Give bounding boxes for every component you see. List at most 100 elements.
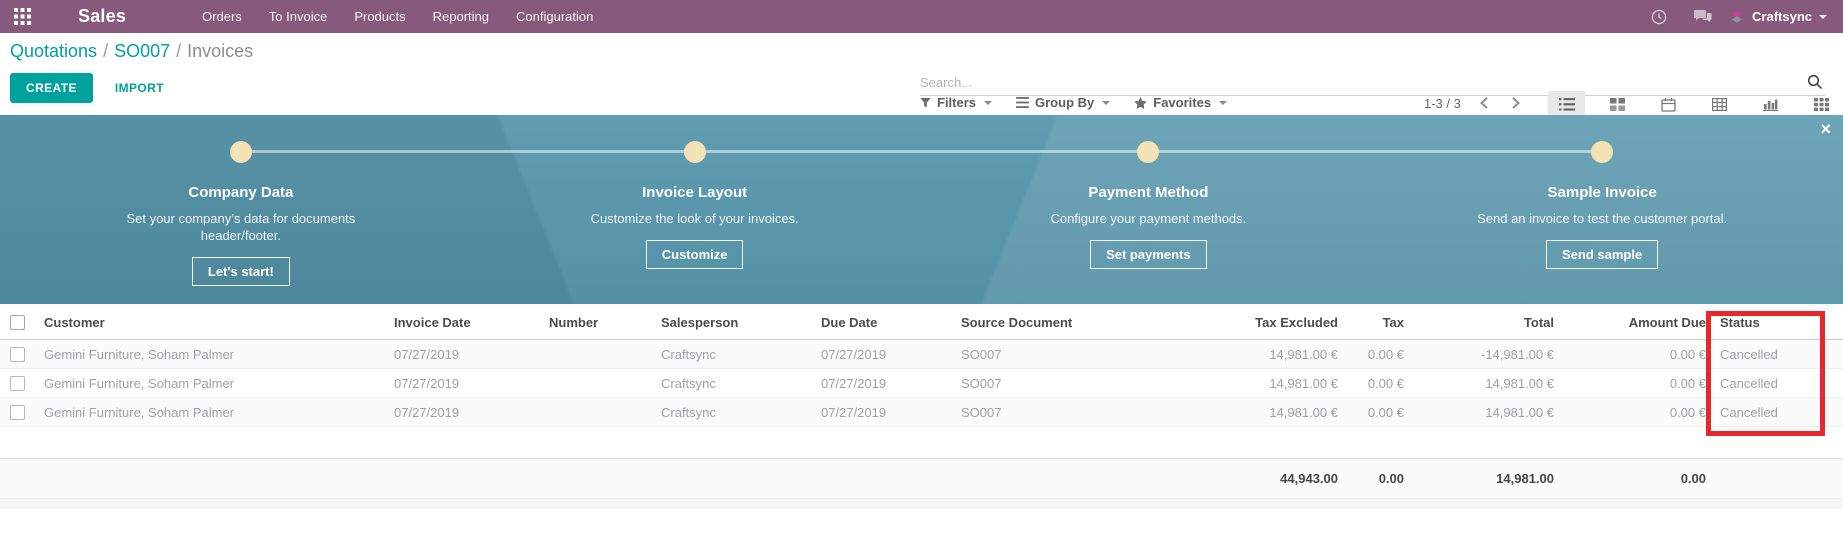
cell-status[interactable]: Cancelled (1710, 369, 1843, 398)
cell-tax[interactable]: 0.00 € (1342, 398, 1408, 427)
step-description: Customize the look of your invoices. (591, 210, 799, 227)
pivot-view-button[interactable] (1701, 91, 1738, 118)
graph-view-button[interactable] (1752, 91, 1789, 118)
cell-due-date[interactable]: 07/27/2019 (817, 369, 957, 398)
header-tax[interactable]: Tax (1342, 304, 1408, 340)
cell-number[interactable] (545, 340, 657, 369)
breadcrumb-so007[interactable]: SO007 (114, 41, 170, 61)
menu-to-invoice[interactable]: To Invoice (269, 0, 328, 33)
messages-chat-icon[interactable] (1685, 0, 1721, 33)
menu-configuration[interactable]: Configuration (516, 0, 593, 33)
cell-source-document[interactable]: SO007 (957, 340, 1112, 369)
breadcrumb-current-invoices: Invoices (187, 41, 253, 61)
filters-button[interactable]: Filters (920, 95, 992, 110)
cell-tax[interactable]: 0.00 € (1342, 340, 1408, 369)
sales-invoices-page: Sales Orders To Invoice Products Reporti… (0, 0, 1843, 539)
search-options: Filters Group By Favorites (920, 95, 1227, 110)
user-menu[interactable]: Craftsync (1729, 9, 1827, 25)
row-checkbox[interactable] (10, 376, 25, 391)
search-input[interactable] (920, 75, 1807, 90)
apps-menu-icon[interactable] (0, 0, 44, 33)
cell-due-date[interactable]: 07/27/2019 (817, 398, 957, 427)
lets-start-button[interactable]: Let's start! (192, 257, 290, 286)
chevron-down-icon (1219, 101, 1227, 105)
cell-due-date[interactable]: 07/27/2019 (817, 340, 957, 369)
group-by-label: Group By (1035, 95, 1094, 110)
row-checkbox[interactable] (10, 405, 25, 420)
pager-next-icon[interactable] (1507, 95, 1525, 111)
activities-clock-icon[interactable] (1641, 0, 1677, 33)
cell-tax-excluded[interactable]: 14,981.00 € (1112, 340, 1342, 369)
create-button[interactable]: CREATE (10, 73, 93, 103)
header-salesperson[interactable]: Salesperson (657, 304, 817, 340)
breadcrumb-quotations[interactable]: Quotations (10, 41, 97, 61)
cell-tax[interactable]: 0.00 € (1342, 369, 1408, 398)
cell-invoice-date[interactable]: 07/27/2019 (390, 340, 545, 369)
app-brand-title[interactable]: Sales (78, 6, 126, 27)
customize-button[interactable]: Customize (646, 240, 744, 269)
favorites-button[interactable]: Favorites (1134, 95, 1227, 110)
header-invoice-date[interactable]: Invoice Date (390, 304, 545, 340)
cell-number[interactable] (545, 398, 657, 427)
table-row[interactable]: Gemini Furniture, Soham Palmer 07/27/201… (0, 369, 1843, 398)
cell-total[interactable]: 14,981.00 € (1408, 398, 1558, 427)
table-row[interactable]: Gemini Furniture, Soham Palmer 07/27/201… (0, 398, 1843, 427)
cell-status[interactable]: Cancelled (1710, 398, 1843, 427)
import-button[interactable]: IMPORT (115, 81, 164, 95)
cell-invoice-date[interactable]: 07/27/2019 (390, 398, 545, 427)
control-panel: Quotations/SO007/Invoices CREATE IMPORT … (0, 33, 1843, 115)
systray: Craftsync (1641, 0, 1843, 33)
cell-number[interactable] (545, 369, 657, 398)
cell-customer[interactable]: Gemini Furniture, Soham Palmer (40, 340, 390, 369)
onboarding-step-invoice-layout: Invoice Layout Customize the look of you… (468, 115, 922, 304)
select-all-checkbox[interactable] (10, 315, 25, 330)
header-source-document[interactable]: Source Document (957, 304, 1112, 340)
cell-amount-due[interactable]: 0.00 € (1558, 369, 1710, 398)
menu-reporting[interactable]: Reporting (433, 0, 489, 33)
header-status[interactable]: Status (1710, 304, 1843, 340)
header-due-date[interactable]: Due Date (817, 304, 957, 340)
cell-salesperson[interactable]: Craftsync (657, 340, 817, 369)
header-tax-excluded[interactable]: Tax Excluded (1112, 304, 1342, 340)
view-switcher (1548, 91, 1840, 118)
chevron-down-icon (984, 101, 992, 105)
header-amount-due[interactable]: Amount Due (1558, 304, 1710, 340)
grid-view-button[interactable] (1803, 91, 1840, 118)
group-by-button[interactable]: Group By (1016, 95, 1110, 110)
cell-amount-due[interactable]: 0.00 € (1558, 340, 1710, 369)
cell-tax-excluded[interactable]: 14,981.00 € (1112, 369, 1342, 398)
cell-salesperson[interactable]: Craftsync (657, 369, 817, 398)
header-customer[interactable]: Customer (40, 304, 390, 340)
cell-source-document[interactable]: SO007 (957, 369, 1112, 398)
menu-orders[interactable]: Orders (202, 0, 242, 33)
list-view-button[interactable] (1548, 91, 1585, 118)
cell-salesperson[interactable]: Craftsync (657, 398, 817, 427)
search-icon[interactable] (1807, 74, 1825, 90)
cell-status[interactable]: Cancelled (1710, 340, 1843, 369)
send-sample-button[interactable]: Send sample (1546, 240, 1658, 269)
calendar-view-button[interactable] (1650, 91, 1687, 118)
cell-amount-due[interactable]: 0.00 € (1558, 398, 1710, 427)
row-checkbox[interactable] (10, 347, 25, 362)
breadcrumb-separator: / (170, 41, 187, 61)
kanban-view-button[interactable] (1599, 91, 1636, 118)
cell-tax-excluded[interactable]: 14,981.00 € (1112, 398, 1342, 427)
cell-invoice-date[interactable]: 07/27/2019 (390, 369, 545, 398)
header-number[interactable]: Number (545, 304, 657, 340)
main-menu: Orders To Invoice Products Reporting Con… (202, 0, 593, 33)
table-row[interactable]: Gemini Furniture, Soham Palmer 07/27/201… (0, 340, 1843, 369)
header-total[interactable]: Total (1408, 304, 1558, 340)
set-payments-button[interactable]: Set payments (1090, 240, 1207, 269)
cell-total[interactable]: 14,981.00 € (1408, 369, 1558, 398)
cell-customer[interactable]: Gemini Furniture, Soham Palmer (40, 398, 390, 427)
total-amount-due: 0.00 (1558, 459, 1710, 499)
pager-previous-icon[interactable] (1475, 95, 1493, 111)
cell-customer[interactable]: Gemini Furniture, Soham Palmer (40, 369, 390, 398)
onboarding-banner: × Company Data Set your company’s data f… (0, 115, 1843, 304)
cell-source-document[interactable]: SO007 (957, 398, 1112, 427)
menu-products[interactable]: Products (354, 0, 405, 33)
banner-close-icon[interactable]: × (1820, 117, 1831, 142)
step-dot (1137, 141, 1159, 163)
cell-total[interactable]: -14,981.00 € (1408, 340, 1558, 369)
breadcrumb: Quotations/SO007/Invoices (10, 41, 253, 62)
